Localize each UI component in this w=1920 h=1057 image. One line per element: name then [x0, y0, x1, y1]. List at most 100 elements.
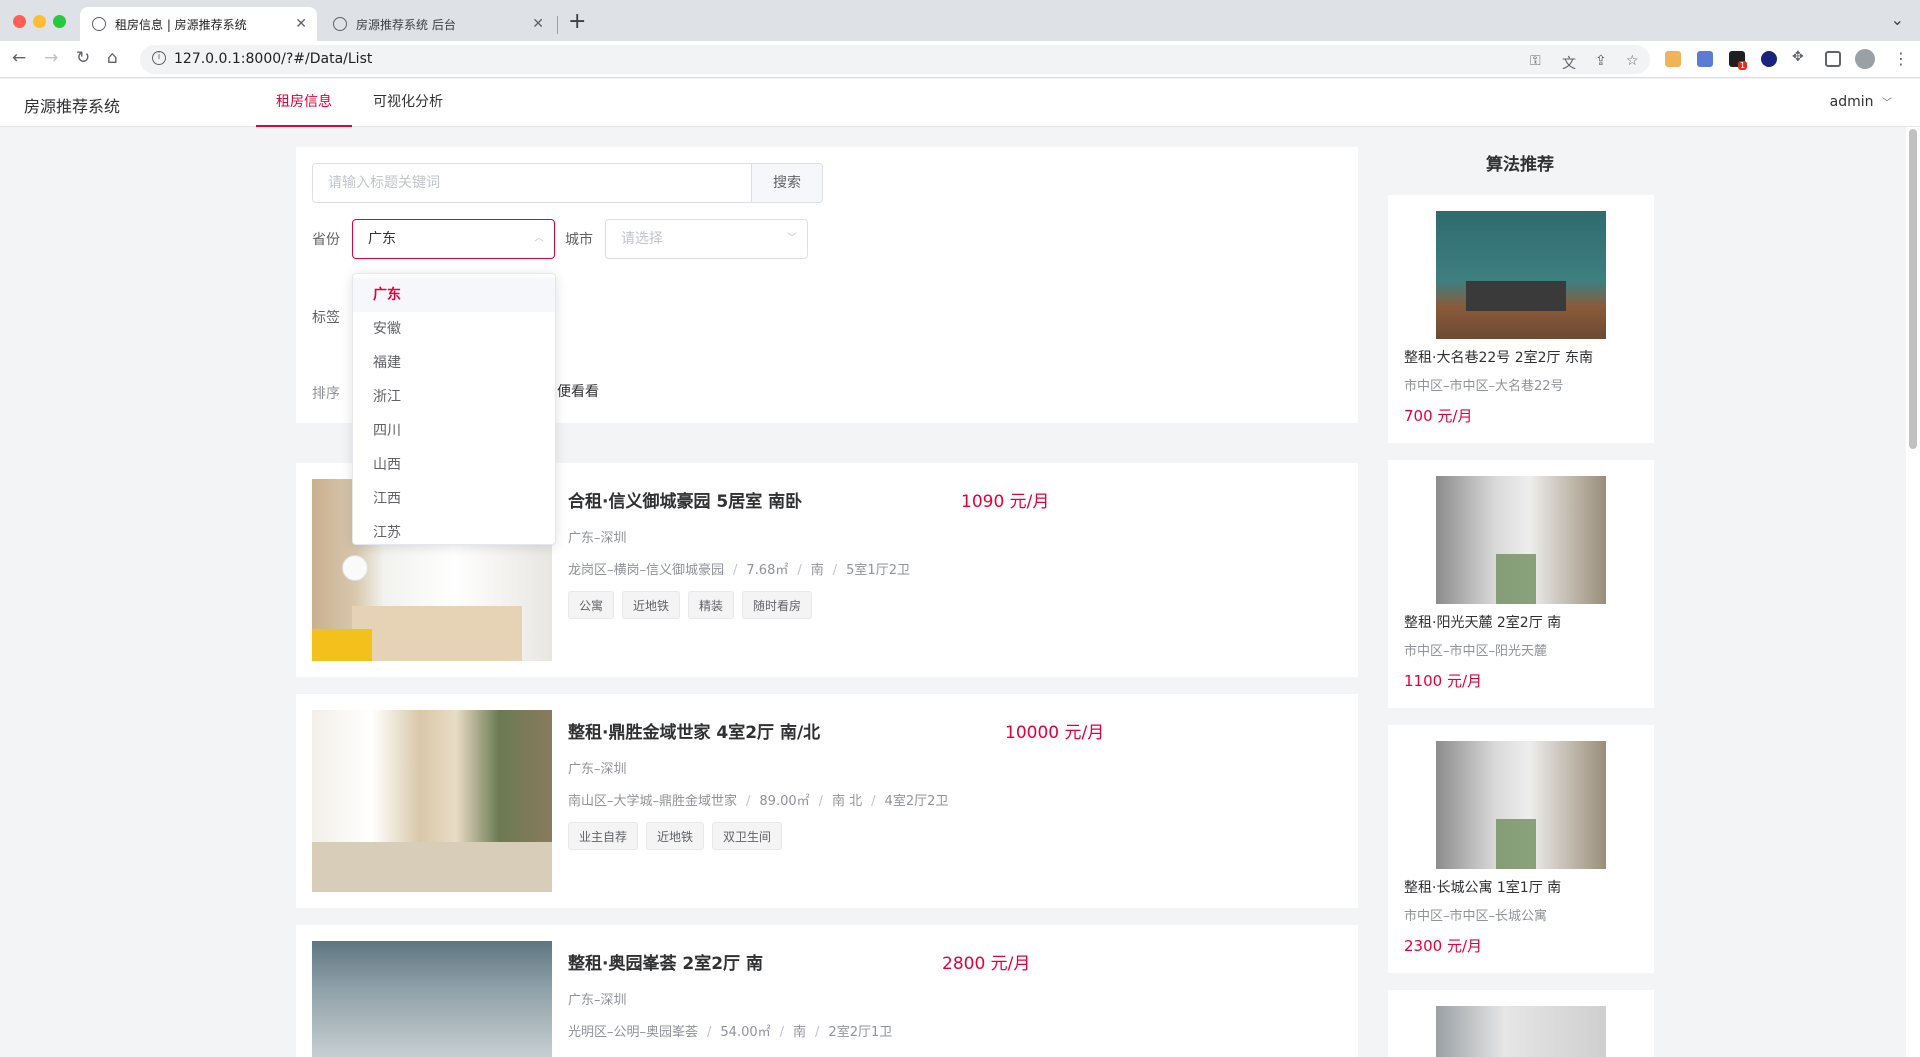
puzzle-extensions-icon[interactable]: ✥	[1792, 49, 1804, 65]
chevron-down-icon: ﹀	[1882, 98, 1892, 109]
search-button[interactable]: 搜索	[751, 163, 823, 203]
listing-card[interactable]: 整租·奥园峯荟 2室2厅 南 2800 元/月 广东–深圳 光明区–公明–奥园峯…	[296, 925, 1358, 1057]
listing-orientation: 南	[793, 1025, 807, 1040]
globe-icon	[92, 17, 106, 31]
more-menu-icon[interactable]: ⋮	[1893, 49, 1909, 68]
sort-label: 排序	[312, 386, 340, 402]
new-tab-button[interactable]: +	[568, 9, 586, 34]
close-tab-icon[interactable]: ✕	[295, 16, 307, 32]
province-option[interactable]: 福建	[353, 346, 555, 380]
recommend-photo[interactable]	[1436, 1006, 1606, 1057]
listing-layout: 2室2厅1卫	[828, 1025, 893, 1040]
recommend-address: 市中区–市中区–阳光天麓	[1404, 644, 1548, 659]
listing-tag: 公寓	[568, 591, 615, 619]
province-option[interactable]: 山西	[353, 448, 555, 482]
site-info-icon[interactable]: i	[152, 51, 166, 65]
key-icon[interactable]: ⚿	[1530, 53, 1541, 69]
listing-tag: 业主自荐	[568, 822, 639, 850]
recommend-photo[interactable]	[1436, 476, 1606, 604]
listing-area: 89.00㎡	[759, 794, 810, 809]
browser-toolbar: ← → ↻ ⌂ i 127.0.0.1:8000/?#/Data/List ⚿ …	[0, 41, 1920, 78]
city-select[interactable]: 请选择 ﹀	[605, 219, 808, 259]
recommend-price: 700 元/月	[1404, 407, 1473, 425]
province-option[interactable]: 广东	[353, 278, 555, 312]
side-panel-icon[interactable]	[1825, 51, 1841, 67]
province-option[interactable]: 江苏	[353, 516, 555, 544]
globe-icon	[333, 17, 347, 31]
province-select[interactable]: 广东 ︿	[352, 219, 555, 259]
close-window-button[interactable]	[13, 15, 26, 28]
listing-tag: 近地铁	[646, 822, 705, 850]
listing-tag: 近地铁	[622, 591, 681, 619]
recommend-price: 2300 元/月	[1404, 937, 1482, 955]
province-option[interactable]: 四川	[353, 414, 555, 448]
app-header: 房源推荐系统 租房信息 可视化分析 admin ﹀	[0, 79, 1920, 127]
listing-title[interactable]: 整租·奥园峯荟 2室2厅 南	[568, 949, 763, 974]
recommend-heading: 算法推荐	[1486, 155, 1554, 175]
translate-icon[interactable]: 文	[1562, 53, 1576, 73]
listing-price: 2800 元/月	[942, 954, 1031, 974]
recommend-title[interactable]: 整租·长城公寓 1室1厅 南	[1404, 877, 1561, 897]
address-bar[interactable]: i 127.0.0.1:8000/?#/Data/List ⚿ 文 ⇪ ☆	[140, 45, 1650, 74]
listing-orientation: 南 北	[832, 794, 863, 809]
listing-city: 广东–深圳	[568, 531, 627, 546]
chevron-up-icon: ︿	[534, 233, 544, 244]
recommend-card[interactable]: 整租·大名巷22号 2室2厅 东南 市中区–市中区–大名巷22号 700 元/月	[1388, 195, 1654, 443]
tab-divider	[557, 16, 558, 34]
recommend-card[interactable]: 整租·长城公寓 1室1厅 南 市中区–市中区–长城公寓 2300 元/月	[1388, 725, 1654, 973]
province-value: 广东	[368, 231, 396, 247]
province-label: 省份	[312, 232, 340, 248]
listing-location: 龙岗区–横岗–信义御城豪园	[568, 563, 725, 578]
listing-photo[interactable]	[312, 710, 552, 892]
tab-search-chevron-icon[interactable]: ⌄	[1891, 10, 1904, 29]
listing-location: 光明区–公明–奥园峯荟	[568, 1025, 699, 1040]
city-placeholder: 请选择	[621, 231, 663, 247]
extension-badge-count: 1	[1738, 61, 1748, 70]
recommend-price: 1100 元/月	[1404, 672, 1482, 690]
share-icon[interactable]: ⇪	[1595, 53, 1607, 69]
bookmark-star-icon[interactable]: ☆	[1626, 53, 1639, 69]
brand-title: 房源推荐系统	[24, 97, 121, 116]
minimize-window-button[interactable]	[33, 15, 46, 28]
recommend-photo[interactable]	[1436, 211, 1606, 339]
listing-title[interactable]: 整租·鼎胜金域世家 4室2厅 南/北	[568, 718, 820, 743]
listing-tag: 双卫生间	[712, 822, 783, 850]
recommend-title[interactable]: 整租·大名巷22号 2室2厅 东南	[1404, 347, 1593, 367]
reload-icon[interactable]: ↻	[76, 48, 90, 68]
browser-tab-rental-info[interactable]: 租房信息 | 房源推荐系统 ✕	[80, 7, 317, 41]
browser-tab-strip: 租房信息 | 房源推荐系统 ✕ 房源推荐系统 后台 ✕ + ⌄	[0, 0, 1920, 41]
extension-icon[interactable]	[1665, 51, 1681, 67]
sort-option-random[interactable]: 便看看	[557, 381, 599, 401]
listing-layout: 5室1厅2卫	[846, 563, 910, 578]
listing-orientation: 南	[810, 563, 824, 578]
province-option[interactable]: 江西	[353, 482, 555, 516]
chevron-down-icon: ﹀	[787, 233, 797, 244]
extension-icon[interactable]	[1761, 51, 1777, 67]
scrollbar-thumb[interactable]	[1909, 129, 1917, 449]
user-menu[interactable]: admin ﹀	[1830, 94, 1892, 110]
recommend-card[interactable]	[1388, 990, 1654, 1057]
listing-tags: 公寓 近地铁 精装 随时看房	[568, 591, 813, 619]
browser-tab-admin[interactable]: 房源推荐系统 后台 ✕	[321, 7, 554, 41]
city-label: 城市	[565, 232, 593, 248]
province-option[interactable]: 浙江	[353, 380, 555, 414]
listing-card[interactable]: 整租·鼎胜金域世家 4室2厅 南/北 10000 元/月 广东–深圳 南山区–大…	[296, 694, 1358, 908]
province-option[interactable]: 安徽	[353, 312, 555, 346]
profile-avatar[interactable]	[1855, 49, 1875, 69]
recommend-title[interactable]: 整租·阳光天麓 2室2厅 南	[1404, 612, 1561, 632]
listing-photo[interactable]	[312, 941, 552, 1057]
back-arrow-icon[interactable]: ←	[12, 48, 26, 68]
tab-title: 房源推荐系统 后台	[356, 17, 456, 32]
listing-title[interactable]: 合租·信义御城豪园 5居室 南卧	[568, 487, 802, 512]
search-input[interactable]: 请输入标题关键词	[312, 163, 752, 203]
maximize-window-button[interactable]	[53, 15, 66, 28]
close-tab-icon[interactable]: ✕	[532, 16, 544, 32]
extension-icon[interactable]	[1697, 51, 1713, 67]
recommend-card[interactable]: 整租·阳光天麓 2室2厅 南 市中区–市中区–阳光天麓 1100 元/月	[1388, 460, 1654, 708]
home-icon[interactable]: ⌂	[107, 48, 118, 68]
nav-tab-visual-analysis[interactable]: 可视化分析	[360, 79, 456, 127]
listing-tag: 随时看房	[742, 591, 813, 619]
nav-tab-rental-info[interactable]: 租房信息	[256, 79, 352, 127]
recommend-photo[interactable]	[1436, 741, 1606, 869]
forward-arrow-icon[interactable]: →	[44, 48, 58, 68]
